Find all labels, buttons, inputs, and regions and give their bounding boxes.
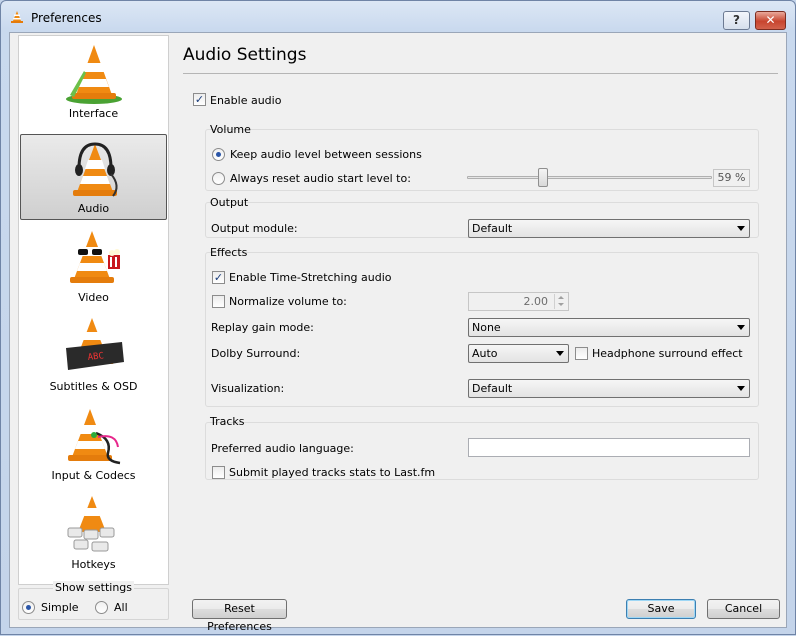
- hotkeys-cone-icon: [67, 496, 115, 552]
- spin-buttons[interactable]: [554, 294, 567, 309]
- preferences-window: Preferences ? ✕ Interface Audio Video AB…: [0, 0, 796, 635]
- preferred-language-input[interactable]: [468, 438, 750, 457]
- output-module-select[interactable]: Default: [468, 219, 750, 238]
- visualization-select[interactable]: Default: [468, 379, 750, 398]
- chevron-up-icon: [558, 296, 564, 299]
- output-module-label: Output module:: [211, 222, 298, 235]
- reset-level-label: Always reset audio start level to:: [230, 172, 411, 185]
- replay-gain-value: None: [472, 321, 501, 334]
- volume-group-title: Volume: [210, 123, 251, 136]
- enable-audio-checkbox[interactable]: ✓: [193, 93, 206, 106]
- output-module-value: Default: [472, 222, 513, 235]
- normalize-value: 2.00: [523, 295, 549, 308]
- preferred-language-label: Preferred audio language:: [211, 442, 354, 455]
- close-button[interactable]: ✕: [755, 11, 786, 30]
- svg-text:ABC: ABC: [87, 351, 104, 363]
- volume-percent-box[interactable]: 59 %: [713, 169, 750, 187]
- all-radio[interactable]: [95, 601, 108, 614]
- sidebar-item-audio[interactable]: Audio: [20, 134, 167, 220]
- title-divider: [183, 73, 778, 74]
- replay-gain-select[interactable]: None: [468, 318, 750, 337]
- show-settings-group: Show settings Simple All: [18, 581, 169, 620]
- lastfm-checkbox[interactable]: [212, 466, 225, 479]
- sidebar-item-label: Video: [78, 291, 109, 304]
- enable-audio-label: Enable audio: [210, 94, 282, 107]
- input-codecs-cone-icon: [68, 409, 121, 465]
- reset-level-radio[interactable]: [212, 172, 225, 185]
- visualization-label: Visualization:: [211, 382, 285, 395]
- title-bar: Preferences ? ✕: [1, 1, 795, 31]
- sidebar-item-label: Hotkeys: [71, 558, 116, 571]
- chevron-down-icon: [737, 325, 745, 330]
- video-cone-icon: [70, 231, 120, 283]
- chevron-down-icon: [558, 303, 564, 306]
- all-label: All: [114, 601, 128, 614]
- lastfm-label: Submit played tracks stats to Last.fm: [229, 466, 436, 479]
- sidebar-item-video[interactable]: Video: [20, 222, 167, 308]
- headphone-checkbox[interactable]: [575, 347, 588, 360]
- time-stretch-label: Enable Time-Stretching audio: [229, 271, 392, 284]
- cancel-button[interactable]: Cancel: [707, 599, 780, 619]
- volume-slider-track[interactable]: [467, 176, 712, 179]
- sidebar-item-label: Audio: [77, 202, 110, 215]
- effects-group-title: Effects: [210, 246, 248, 259]
- chevron-down-icon: [737, 386, 745, 391]
- audio-cone-icon: [73, 142, 118, 197]
- volume-slider-handle[interactable]: [538, 168, 548, 187]
- sidebar-item-hotkeys[interactable]: Hotkeys: [20, 489, 167, 575]
- normalize-checkbox[interactable]: [212, 295, 225, 308]
- sidebar-item-label: Interface: [68, 107, 119, 120]
- dialog-body: Interface Audio Video ABC Subtitles & OS…: [9, 32, 787, 633]
- sidebar-item-subtitles[interactable]: ABC Subtitles & OSD: [20, 311, 167, 397]
- visualization-value: Default: [472, 382, 513, 395]
- sidebar-item-input-codecs[interactable]: Input & Codecs: [20, 400, 167, 486]
- time-stretch-checkbox[interactable]: ✓: [212, 271, 225, 284]
- normalize-spinbox[interactable]: 2.00: [468, 292, 569, 311]
- category-sidebar: Interface Audio Video ABC Subtitles & OS…: [18, 35, 169, 585]
- subtitles-cone-icon: ABC: [66, 318, 124, 370]
- window-title: Preferences: [31, 11, 102, 25]
- dolby-label: Dolby Surround:: [211, 347, 301, 360]
- help-button[interactable]: ?: [723, 11, 750, 30]
- simple-radio[interactable]: [22, 601, 35, 614]
- show-settings-title: Show settings: [52, 581, 135, 594]
- page-title: Audio Settings: [183, 45, 307, 65]
- keep-level-label: Keep audio level between sessions: [230, 148, 422, 161]
- keep-level-radio[interactable]: [212, 148, 225, 161]
- output-group-title: Output: [210, 196, 249, 209]
- dolby-select[interactable]: Auto: [468, 344, 569, 363]
- chevron-down-icon: [556, 351, 564, 356]
- sidebar-item-label: Subtitles & OSD: [49, 380, 138, 393]
- simple-label: Simple: [41, 601, 79, 614]
- reset-preferences-button[interactable]: Reset Preferences: [192, 599, 287, 633]
- headphone-label: Headphone surround effect: [592, 347, 743, 360]
- save-button[interactable]: Save: [626, 599, 696, 619]
- chevron-down-icon: [737, 226, 745, 231]
- interface-cone-icon: [66, 45, 122, 104]
- dolby-value: Auto: [472, 347, 498, 360]
- normalize-label: Normalize volume to:: [229, 295, 347, 308]
- sidebar-item-interface[interactable]: Interface: [20, 38, 167, 124]
- tracks-group-title: Tracks: [210, 415, 245, 428]
- vlc-cone-icon: [11, 11, 23, 23]
- sidebar-item-label: Input & Codecs: [51, 469, 136, 482]
- replay-gain-label: Replay gain mode:: [211, 321, 314, 334]
